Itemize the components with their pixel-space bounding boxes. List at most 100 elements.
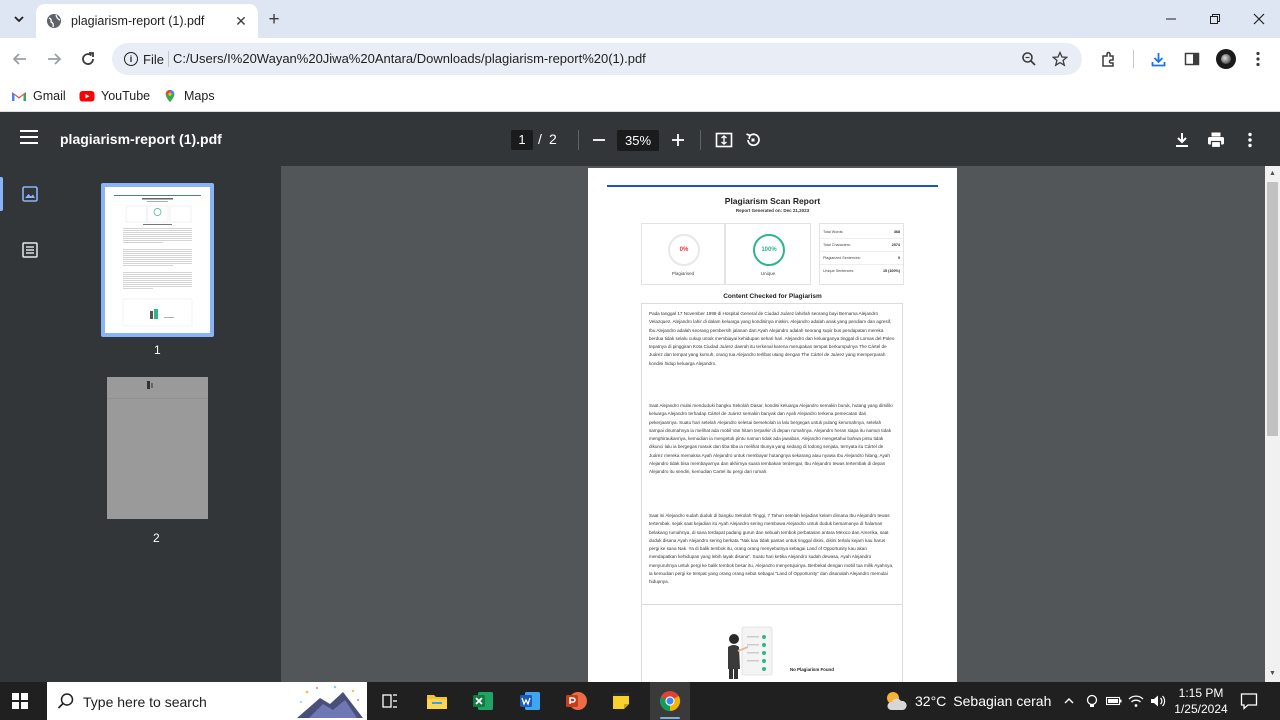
profile-avatar[interactable] [1216, 49, 1236, 69]
chrome-icon[interactable] [656, 687, 684, 715]
download-icon [1176, 133, 1188, 147]
minus-icon [593, 139, 605, 141]
rotate-button[interactable] [741, 128, 765, 152]
active-app-indicator [660, 717, 680, 719]
maps-icon [165, 89, 175, 103]
result-illustration-box: No Plagiarism Found [641, 605, 903, 682]
restore-button[interactable] [1200, 6, 1230, 32]
excel-icon[interactable] [469, 687, 497, 715]
fit-page-icon [715, 132, 733, 148]
file-explorer-icon[interactable] [423, 687, 451, 715]
address-divider [168, 51, 169, 67]
pdf-page-1: Plagiarism Scan Report Report Generated … [588, 168, 957, 682]
windows-start-icon[interactable] [12, 693, 28, 709]
stat-row: Unique Sentences: 15 (100%) [823, 269, 900, 273]
close-tab-icon[interactable]: ✕ [232, 12, 250, 30]
bookmark-gmail[interactable]: Gmail [11, 86, 66, 106]
clock-time: 1:15 PM [1178, 686, 1224, 700]
forward-button[interactable] [42, 47, 66, 71]
fit-page-button[interactable] [712, 128, 736, 152]
page-thumbnail-1[interactable] [101, 183, 214, 337]
more-vert-icon [1248, 132, 1252, 148]
page-thumbnail-2[interactable] [107, 377, 208, 519]
plagiarised-label: Plagiarised [671, 271, 695, 276]
browser-toolbar: i File C:/Users/I%20Wayan%20Jiwa%20Antar… [0, 38, 1280, 80]
meet-now-icon[interactable] [1082, 691, 1102, 711]
more-menu-icon[interactable] [1246, 47, 1270, 71]
download-icon[interactable] [1146, 47, 1170, 71]
scroll-up-arrow-icon[interactable]: ▲ [1268, 169, 1277, 178]
site-info-chip[interactable]: i File [120, 47, 168, 71]
wifi-icon[interactable] [1126, 691, 1146, 711]
windows-taskbar: Type here to search 32°C Sebagian cerah [0, 682, 1280, 720]
scheme-label: File [143, 51, 164, 67]
close-icon [1253, 13, 1265, 25]
weather-temp: 32°C [915, 693, 947, 709]
page-total: 2 [549, 131, 557, 147]
battery-icon[interactable] [1104, 691, 1124, 711]
taskbar-search-box[interactable]: Type here to search [47, 682, 367, 720]
partly-sunny-icon [887, 692, 907, 710]
pdf-more-button[interactable] [1238, 128, 1262, 152]
unique-percent: 100% [753, 234, 785, 266]
new-tab-button[interactable]: + [264, 9, 284, 29]
bookmark-maps[interactable]: Maps [162, 86, 215, 106]
stat-row: Plagiarized Sentences: 0 [820, 252, 903, 265]
powerpoint-icon[interactable] [562, 687, 590, 715]
task-view-icon[interactable] [376, 687, 404, 715]
thumbnail-preview [109, 191, 206, 329]
info-icon: i [124, 52, 138, 66]
page-number-input[interactable]: 1 [511, 130, 533, 150]
extensions-icon[interactable] [1096, 47, 1120, 71]
minimize-button[interactable] [1156, 6, 1186, 32]
close-window-button[interactable] [1244, 6, 1274, 32]
stats-table: Total Words: 368 Total Characters: 2074 Pl… [819, 223, 904, 285]
side-panel-icon[interactable] [1180, 47, 1204, 71]
youtube-icon [79, 91, 95, 102]
bookmark-youtube[interactable]: YouTube [79, 86, 150, 106]
print-button[interactable] [1204, 128, 1228, 152]
url-text[interactable]: C:/Users/I%20Wayan%20Jiwa%20Antara/Downl… [173, 51, 646, 66]
hamburger-menu-icon[interactable] [20, 130, 38, 148]
word-icon[interactable] [516, 687, 544, 715]
pdf-download-button[interactable] [1170, 128, 1194, 152]
volume-icon[interactable] [1148, 691, 1168, 711]
chevron-up-icon[interactable] [1059, 691, 1079, 711]
toolbar-divider [700, 130, 701, 150]
system-clock[interactable]: 1:15 PM 1/25/2024 [1170, 685, 1232, 717]
thumbnail-preview [107, 377, 208, 519]
bookmark-star-icon[interactable] [1050, 49, 1070, 69]
page-separator: / [538, 131, 542, 147]
restore-icon [1210, 14, 1220, 24]
browser-tab[interactable]: plagiarism-report (1).pdf ✕ [36, 4, 258, 38]
notification-icon[interactable] [1240, 692, 1258, 710]
vertical-scrollbar[interactable]: ▲ ▼ [1265, 166, 1280, 682]
search-placeholder: Type here to search [83, 694, 207, 710]
content-paragraph: Pada tanggal 17 November 1998 di Hospita… [649, 311, 895, 366]
stat-row: Total Characters: 2074 [820, 239, 903, 252]
checked-content: Pada tanggal 17 November 1998 di Hospita… [641, 303, 903, 605]
zoom-out-button[interactable] [587, 128, 611, 152]
weather-widget[interactable]: 32°C Sebagian cerah [884, 690, 1051, 712]
content-paragraph: Saat ini Alejandro sudah duduk di bangku… [649, 513, 894, 584]
address-bar[interactable]: i File C:/Users/I%20Wayan%20Jiwa%20Antar… [112, 43, 1082, 75]
zoom-icon[interactable] [1019, 49, 1039, 69]
content-paragraph: Saat Alejandro mulai menduduki bangku Se… [649, 403, 893, 474]
back-button[interactable] [8, 47, 32, 71]
pdf-document-area[interactable]: Plagiarism Scan Report Report Generated … [281, 166, 1265, 682]
outline-tab[interactable] [0, 233, 60, 267]
bookmark-label: Maps [184, 89, 215, 103]
zoom-in-button[interactable] [666, 128, 690, 152]
reload-button[interactable] [76, 47, 100, 71]
chevron-down-icon [14, 16, 24, 23]
bookmark-label: Gmail [33, 89, 66, 103]
scrollbar-thumb[interactable] [1267, 182, 1278, 436]
tab-search-button[interactable] [8, 8, 30, 30]
zoom-input[interactable]: 35% [617, 130, 659, 151]
thumbnails-tab[interactable] [0, 177, 60, 211]
scroll-down-arrow-icon[interactable]: ▼ [1268, 669, 1277, 678]
pdf-file-title: plagiarism-report (1).pdf [60, 131, 222, 147]
sticky-notes-icon[interactable] [607, 687, 635, 715]
unique-label: Unique [760, 271, 776, 276]
report-header-bar [607, 185, 938, 187]
